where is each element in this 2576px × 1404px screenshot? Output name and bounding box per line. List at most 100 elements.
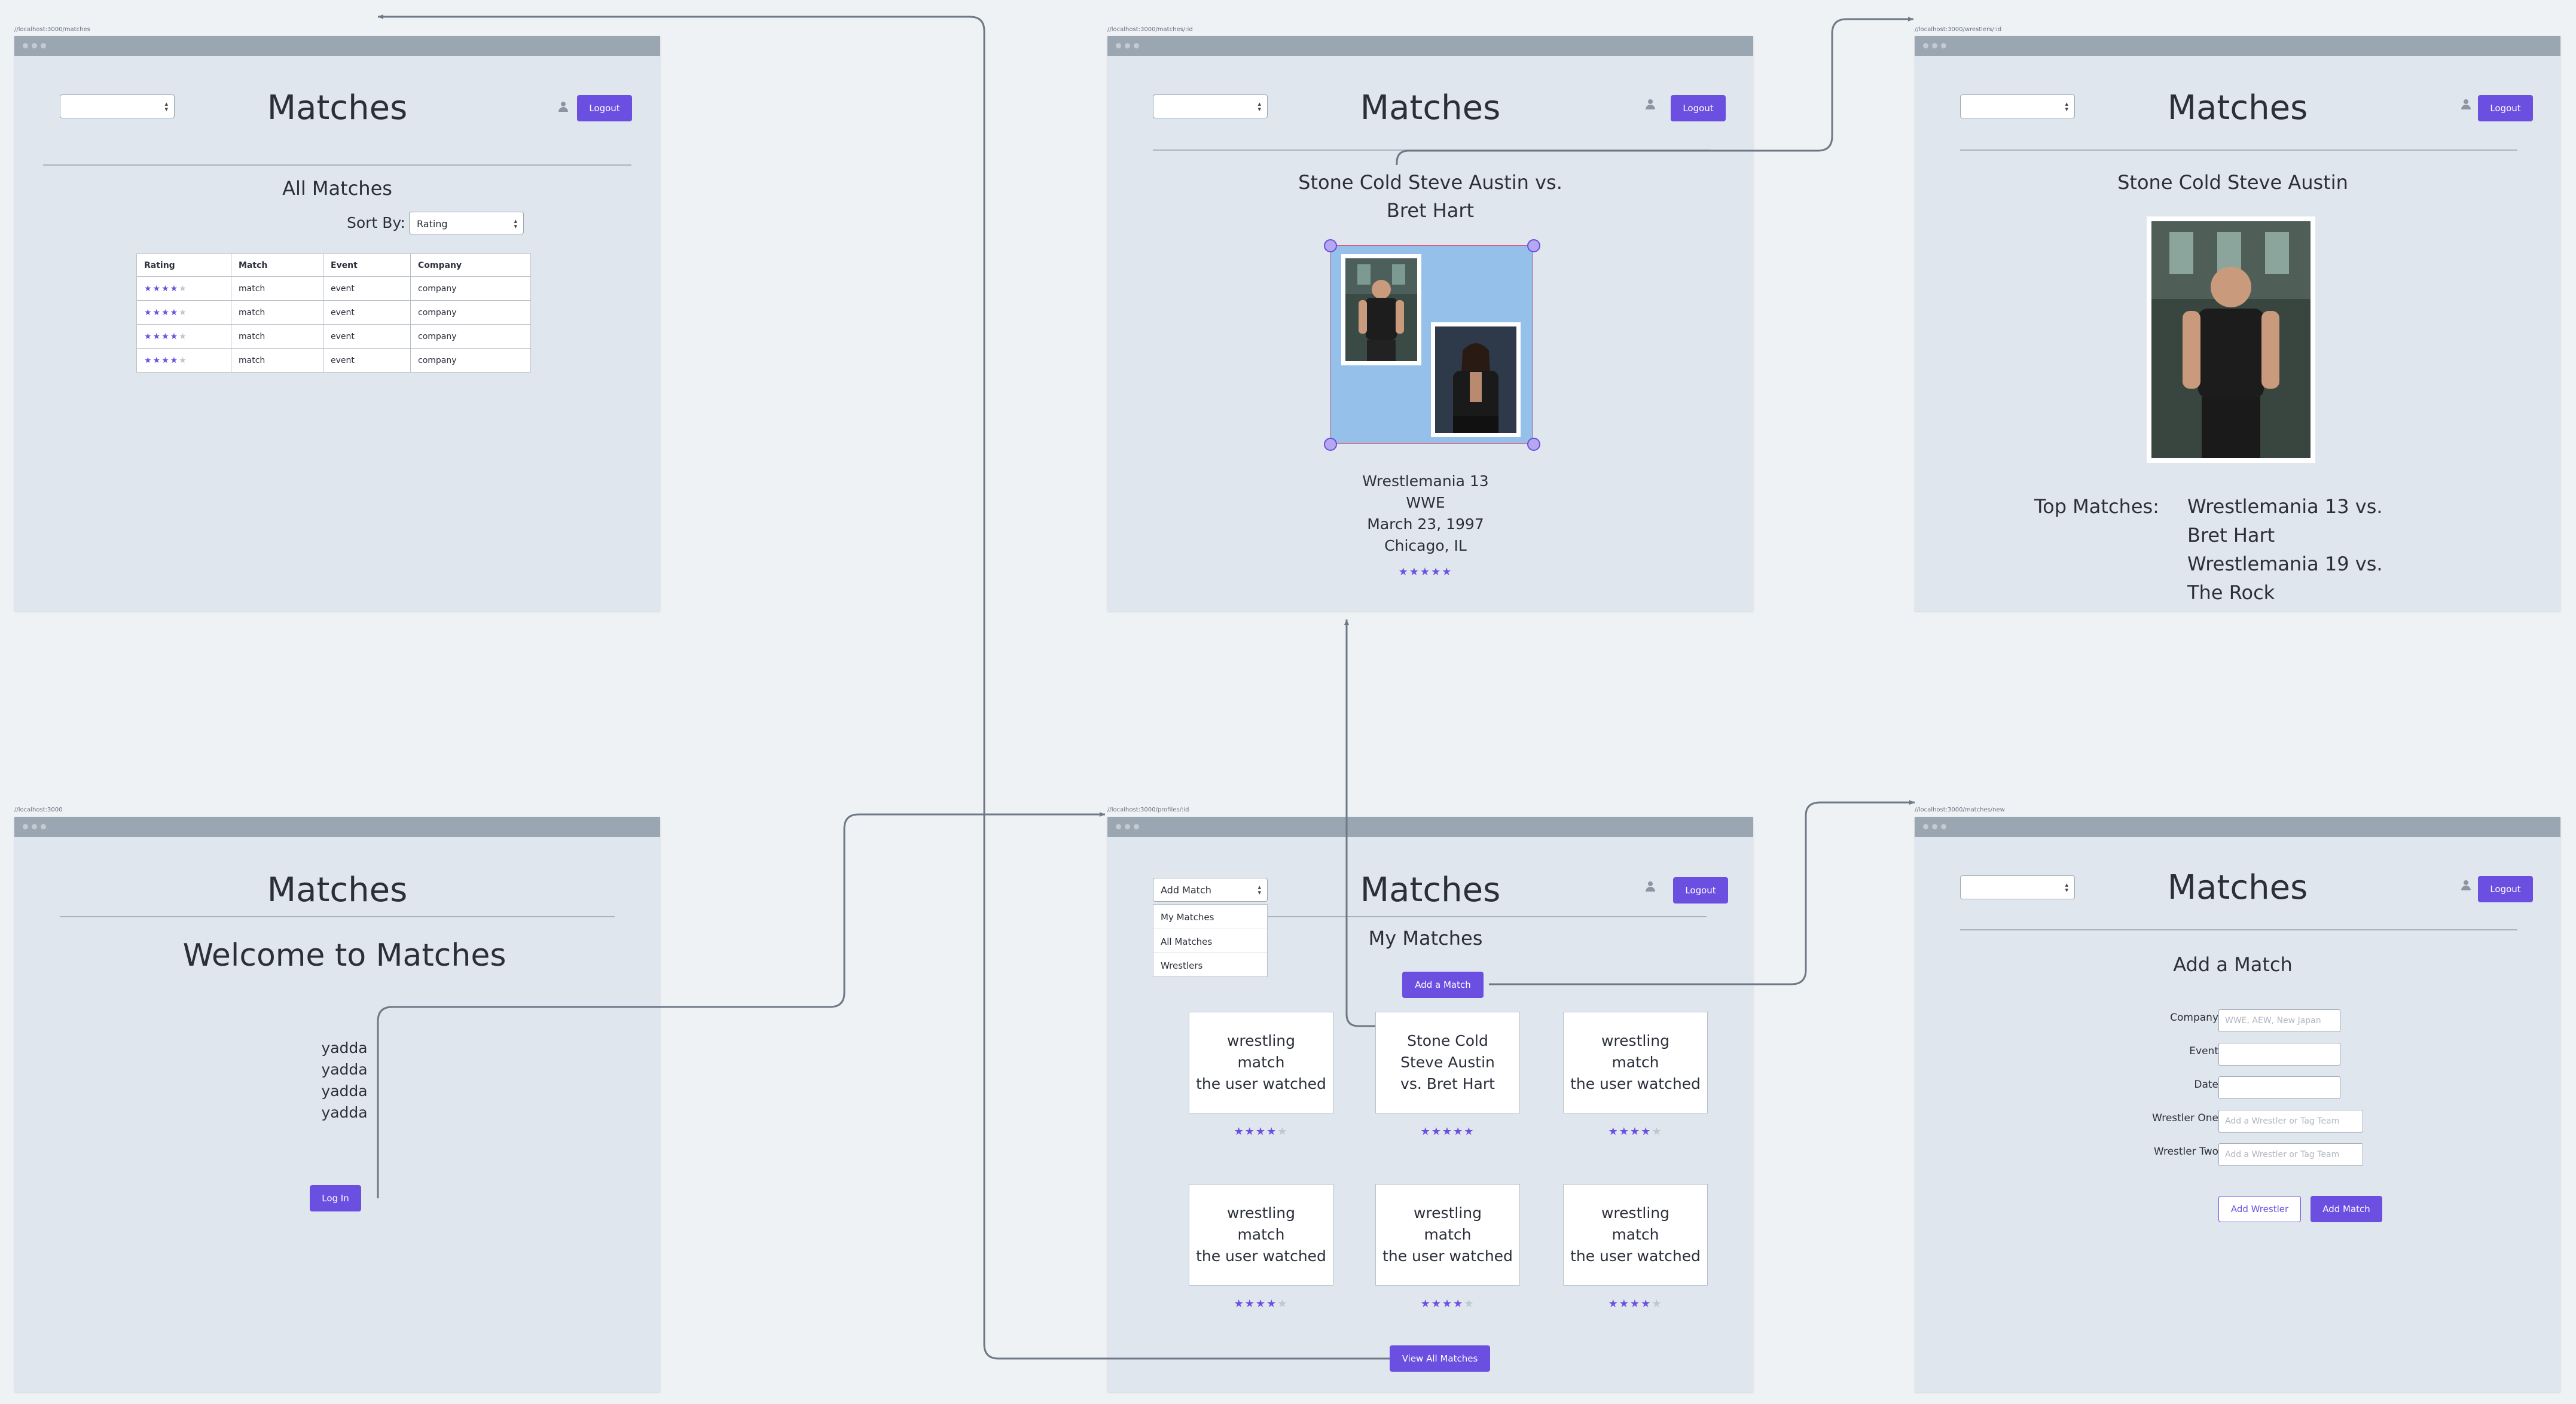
match-card[interactable]: Stone Cold Steve Austin vs. Bret Hart	[1375, 1012, 1520, 1113]
card-star-rating: ★★★★★	[1608, 1125, 1663, 1138]
frame-profile: Add Match ▴ ▾ My Matches All Matches Wrest…	[1107, 817, 1753, 1392]
card-line: Stone Cold	[1407, 1032, 1488, 1049]
card-line: the user watched	[1196, 1247, 1326, 1265]
match-cell[interactable]: match	[231, 348, 323, 373]
match-star-rating: ★★★★★	[1398, 566, 1453, 578]
login-button[interactable]: Log In	[310, 1185, 361, 1211]
add-match-button[interactable]: Add a Match	[1402, 972, 1484, 998]
table-row[interactable]: ★★★★★ match event company	[136, 300, 531, 325]
company-cell[interactable]: company	[410, 276, 531, 301]
match-cell[interactable]: match	[231, 324, 323, 349]
logout-button[interactable]: Logout	[1673, 877, 1728, 904]
frame-welcome: Matches Welcome to Matches yadda yadda y…	[14, 817, 660, 1392]
add-match-submit-button[interactable]: Add Match	[2311, 1196, 2382, 1222]
company-field[interactable]: WWE, AEW, New Japan	[2218, 1009, 2340, 1032]
frame-match-detail: ▴ ▾ Matches Logout Stone Cold Steve Austi…	[1107, 36, 1753, 611]
event-cell[interactable]: event	[323, 300, 411, 325]
event-field[interactable]	[2218, 1043, 2340, 1066]
menu-item-wrestlers[interactable]: Wrestlers	[1153, 953, 1267, 976]
browser-chrome	[14, 36, 660, 56]
top-match-item[interactable]: Bret Hart	[2187, 524, 2275, 547]
wrestler-one-field[interactable]: Add a Wrestler or Tag Team	[2218, 1110, 2363, 1133]
add-match-heading: Add a Match	[2173, 953, 2293, 976]
window-dots	[1116, 824, 1139, 829]
logout-button[interactable]: Logout	[2478, 876, 2533, 902]
match-card[interactable]: wrestling match the user watched	[1375, 1184, 1520, 1286]
event-cell[interactable]: event	[323, 348, 411, 373]
column-header[interactable]: Company	[410, 254, 531, 277]
header-divider	[60, 916, 615, 917]
logout-button[interactable]: Logout	[577, 95, 632, 121]
match-date: March 23, 1997	[1367, 515, 1484, 533]
welcome-body-line: yadda	[321, 1061, 368, 1078]
resize-handle-bottom-left[interactable]	[1324, 438, 1337, 451]
resize-handle-top-left[interactable]	[1324, 239, 1337, 252]
table-row[interactable]: ★★★★★ match event company	[136, 324, 531, 349]
welcome-heading: Welcome to Matches	[182, 938, 506, 973]
match-card[interactable]: wrestling match the user watched	[1189, 1184, 1333, 1286]
logout-button[interactable]: Logout	[1671, 95, 1726, 121]
company-cell[interactable]: company	[410, 348, 531, 373]
logout-button[interactable]: Logout	[2478, 95, 2533, 121]
match-card-text: wrestling match the user watched	[1382, 1202, 1513, 1267]
sort-select[interactable]: Rating ▴ ▾	[409, 212, 524, 234]
company-label: Company	[2170, 1012, 2218, 1024]
table-row[interactable]: ★★★★★ match event company	[136, 348, 531, 373]
app-title: Matches	[1360, 88, 1501, 127]
url-label-wrestler-detail: //localhost:3000/wrestlers/:id	[1915, 26, 2002, 33]
window-dots	[1116, 43, 1139, 48]
column-header[interactable]: Event	[323, 254, 411, 277]
match-card-text: wrestling match the user watched	[1196, 1202, 1326, 1267]
rating-cell: ★★★★★	[136, 300, 231, 325]
card-line: wrestling	[1226, 1032, 1295, 1049]
rating-cell: ★★★★★	[136, 324, 231, 349]
top-match-item[interactable]: The Rock	[2187, 581, 2275, 604]
match-card[interactable]: wrestling match the user watched	[1563, 1184, 1708, 1286]
date-label: Date	[2194, 1079, 2218, 1091]
table-row[interactable]: ★★★★★ match event company	[136, 276, 531, 301]
header-divider	[1960, 149, 2517, 151]
match-cell[interactable]: match	[231, 300, 323, 325]
card-line: vs. Bret Hart	[1400, 1075, 1495, 1092]
card-line: match	[1237, 1054, 1285, 1071]
wrestler-two-photo[interactable]	[1431, 322, 1521, 437]
match-title-line2[interactable]: Bret Hart	[1107, 199, 1753, 222]
company-cell[interactable]: company	[410, 300, 531, 325]
wrestler-two-label: Wrestler Two	[2153, 1146, 2218, 1158]
date-field[interactable]	[2218, 1076, 2340, 1099]
window-dots	[23, 43, 46, 48]
card-line: wrestling	[1601, 1204, 1669, 1222]
card-star-rating: ★★★★★	[1234, 1125, 1289, 1138]
top-match-item[interactable]: Wrestlemania 13 vs.	[2187, 495, 2383, 518]
card-star-rating: ★★★★★	[1420, 1298, 1475, 1310]
wrestler-two-field[interactable]: Add a Wrestler or Tag Team	[2218, 1143, 2363, 1166]
url-label-all-matches: //localhost:3000/matches	[14, 26, 90, 33]
user-icon	[1646, 99, 1655, 110]
event-cell[interactable]: event	[323, 276, 411, 301]
event-cell[interactable]: event	[323, 324, 411, 349]
my-matches-heading: My Matches	[1368, 927, 1483, 950]
card-star-rating: ★★★★★	[1608, 1298, 1663, 1310]
card-star-rating: ★★★★★	[1420, 1125, 1475, 1138]
resize-handle-top-right[interactable]	[1527, 239, 1540, 252]
match-card[interactable]: wrestling match the user watched	[1563, 1012, 1708, 1113]
wrestler-one-photo[interactable]	[1341, 254, 1421, 365]
column-header[interactable]: Match	[231, 254, 323, 277]
company-cell[interactable]: company	[410, 324, 531, 349]
card-line: wrestling	[1226, 1204, 1295, 1222]
add-wrestler-button[interactable]: Add Wrestler	[2218, 1196, 2301, 1222]
match-title-line1[interactable]: Stone Cold Steve Austin vs.	[1107, 171, 1753, 194]
wrestler-one-image	[1345, 258, 1417, 361]
browser-chrome	[1915, 817, 2560, 837]
wrestler-image	[2151, 221, 2311, 458]
resize-handle-bottom-right[interactable]	[1527, 438, 1540, 451]
view-all-matches-button[interactable]: View All Matches	[1390, 1345, 1490, 1372]
match-cell[interactable]: match	[231, 276, 323, 301]
match-card[interactable]: wrestling match the user watched	[1189, 1012, 1333, 1113]
column-header[interactable]: Rating	[136, 254, 231, 277]
welcome-body-line: yadda	[321, 1104, 368, 1121]
wrestler-one-label: Wrestler One	[2152, 1112, 2218, 1124]
match-card-text: wrestling match the user watched	[1570, 1030, 1701, 1095]
top-match-item[interactable]: Wrestlemania 19 vs.	[2187, 553, 2383, 575]
url-label-new-match: //localhost:3000/matches/new	[1915, 807, 2005, 813]
